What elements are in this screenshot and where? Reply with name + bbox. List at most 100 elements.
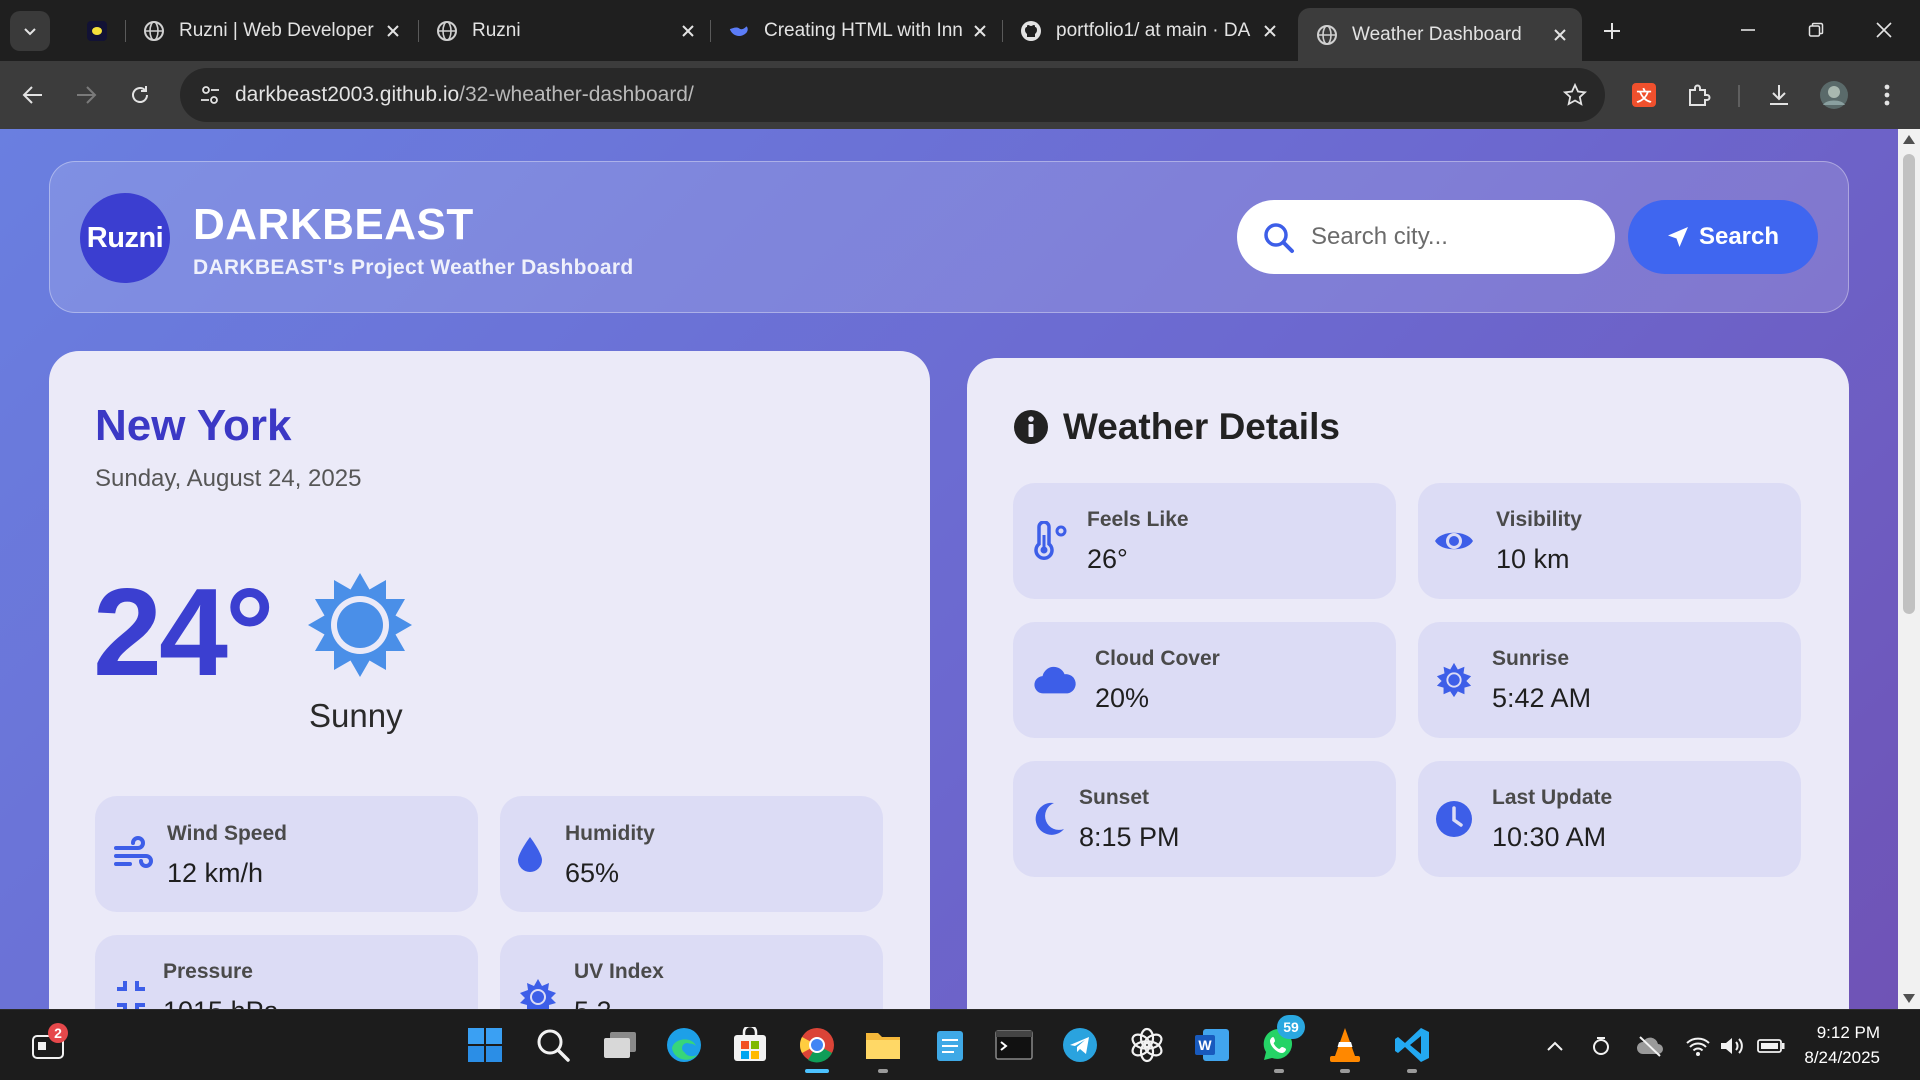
clock-time: 9:12 PM [1816, 1023, 1880, 1042]
telegram-taskbar-button[interactable] [1056, 1021, 1104, 1069]
globe-icon [1316, 24, 1338, 46]
whatsapp-taskbar-button[interactable]: 59 [1255, 1015, 1305, 1073]
tray-app-icon[interactable] [1587, 1032, 1615, 1060]
close-icon[interactable] [674, 17, 702, 45]
temperature: 24° [93, 564, 275, 702]
arrow-left-icon [22, 86, 42, 104]
detail-value: 8:15 PM [1079, 822, 1180, 852]
detail-label: Cloud Cover [1095, 647, 1220, 670]
browser-tab-0[interactable] [68, 8, 128, 53]
browser-tab-1[interactable]: Ruzni | Web Developer [125, 8, 415, 53]
stat-label: Wind Speed [167, 822, 287, 845]
browser-tab-active[interactable]: Weather Dashboard [1298, 8, 1582, 61]
close-icon[interactable] [379, 17, 407, 45]
notification-badge: 2 [48, 1023, 68, 1043]
chatgpt-taskbar-button[interactable] [1123, 1021, 1171, 1069]
unread-badge: 59 [1277, 1015, 1305, 1039]
detail-tile-last-update: Last Update 10:30 AM [1418, 761, 1801, 877]
store-taskbar-button[interactable] [726, 1021, 774, 1069]
close-icon[interactable] [1256, 17, 1284, 45]
moon-icon [1027, 797, 1071, 841]
tab-search-button[interactable] [10, 11, 50, 51]
running-indicator [1407, 1069, 1417, 1073]
volume-tray-icon[interactable] [1718, 1032, 1746, 1060]
clock-date: 8/24/2025 [1804, 1048, 1880, 1067]
search-button[interactable]: Search [1628, 200, 1818, 274]
search-button-label: Search [1698, 223, 1780, 250]
close-icon[interactable] [1546, 21, 1574, 49]
stat-value: 5.2 [574, 996, 612, 1009]
start-button[interactable] [461, 1021, 509, 1069]
forward-button[interactable] [68, 77, 104, 113]
vlc-taskbar-button[interactable] [1321, 1021, 1369, 1073]
browser-tab-4[interactable]: portfolio1/ at main · DA [1002, 8, 1292, 53]
browser-tab-3[interactable]: Creating HTML with Inn [710, 8, 1002, 53]
volume-icon [1721, 1038, 1743, 1054]
pressure-icon [109, 975, 153, 1009]
windows-taskbar: 2 W 59 9:12 PM 8/24/2025 [0, 1009, 1920, 1080]
scroll-up-arrow[interactable] [1903, 135, 1915, 144]
site-info-button[interactable] [192, 77, 228, 113]
globe-icon [436, 20, 458, 42]
detail-tile-feels-like: Feels Like 26° [1013, 483, 1396, 599]
minimize-button[interactable] [1714, 0, 1782, 60]
wifi-tray-icon[interactable] [1684, 1032, 1712, 1060]
address-bar[interactable]: darkbeast2003.github.io/32-wheather-dash… [180, 68, 1605, 122]
profile-button[interactable] [1815, 76, 1853, 114]
scroll-down-arrow[interactable] [1903, 994, 1915, 1003]
stat-label: Humidity [565, 822, 655, 845]
downloads-button[interactable] [1760, 76, 1798, 114]
browser-tab-2[interactable]: Ruzni [418, 8, 710, 53]
detail-label: Feels Like [1087, 508, 1189, 531]
details-title-text: Weather Details [1063, 406, 1340, 447]
terminal-taskbar-button[interactable] [990, 1021, 1038, 1069]
search-taskbar-button[interactable] [529, 1021, 577, 1069]
scrollbar-thumb[interactable] [1903, 154, 1915, 614]
detail-value: 10:30 AM [1492, 822, 1607, 852]
stat-value: 12 km/h [167, 858, 264, 888]
back-button[interactable] [15, 77, 51, 113]
battery-tray-icon[interactable] [1757, 1032, 1785, 1060]
search-input[interactable] [1311, 218, 1591, 256]
restore-button[interactable] [1782, 0, 1850, 60]
weather-condition: Sunny [309, 697, 403, 734]
file-explorer-taskbar-button[interactable] [859, 1021, 907, 1073]
vscode-taskbar-button[interactable] [1388, 1021, 1436, 1073]
wind-icon [111, 832, 155, 876]
globe-icon [143, 20, 165, 42]
terminal-icon [995, 1030, 1033, 1060]
url-text: darkbeast2003.github.io/32-wheather-dash… [235, 83, 694, 107]
detail-tile-sunrise: Sunrise 5:42 AM [1418, 622, 1801, 738]
page-scrollbar[interactable] [1898, 129, 1920, 1009]
reload-button[interactable] [122, 77, 158, 113]
chrome-menu-button[interactable] [1868, 76, 1906, 114]
detail-tile-cloud-cover: Cloud Cover 20% [1013, 622, 1396, 738]
extensions-menu-button[interactable] [1680, 76, 1718, 114]
clock-icon [1432, 797, 1476, 841]
task-view-button[interactable] [596, 1021, 644, 1069]
tune-icon [201, 86, 219, 104]
folder-icon [866, 1033, 900, 1059]
edge-taskbar-button[interactable] [660, 1021, 708, 1069]
search-icon [537, 1029, 570, 1062]
toolbar-separator [1738, 85, 1740, 107]
show-hidden-icons-button[interactable] [1541, 1032, 1569, 1060]
close-window-button[interactable] [1850, 0, 1918, 60]
close-icon[interactable] [966, 17, 994, 45]
widgets-button[interactable]: 2 [24, 1021, 72, 1069]
notepad-taskbar-button[interactable] [926, 1021, 974, 1069]
bookmark-button[interactable] [1561, 81, 1589, 109]
system-clock[interactable]: 9:12 PM 8/24/2025 [1804, 1020, 1880, 1070]
onedrive-tray-icon[interactable] [1636, 1032, 1664, 1060]
droplet-icon [508, 832, 552, 876]
running-indicator [1340, 1069, 1350, 1073]
chatgpt-icon [1131, 1027, 1163, 1063]
extension-button[interactable]: 文 [1625, 76, 1663, 114]
chrome-taskbar-button[interactable] [793, 1021, 841, 1073]
new-tab-button[interactable] [1595, 14, 1629, 48]
chevron-up-icon [1547, 1041, 1563, 1051]
word-taskbar-button[interactable]: W [1188, 1021, 1236, 1069]
info-icon [1014, 410, 1048, 444]
city-name: New York [95, 401, 292, 450]
current-date: Sunday, August 24, 2025 [95, 465, 362, 492]
